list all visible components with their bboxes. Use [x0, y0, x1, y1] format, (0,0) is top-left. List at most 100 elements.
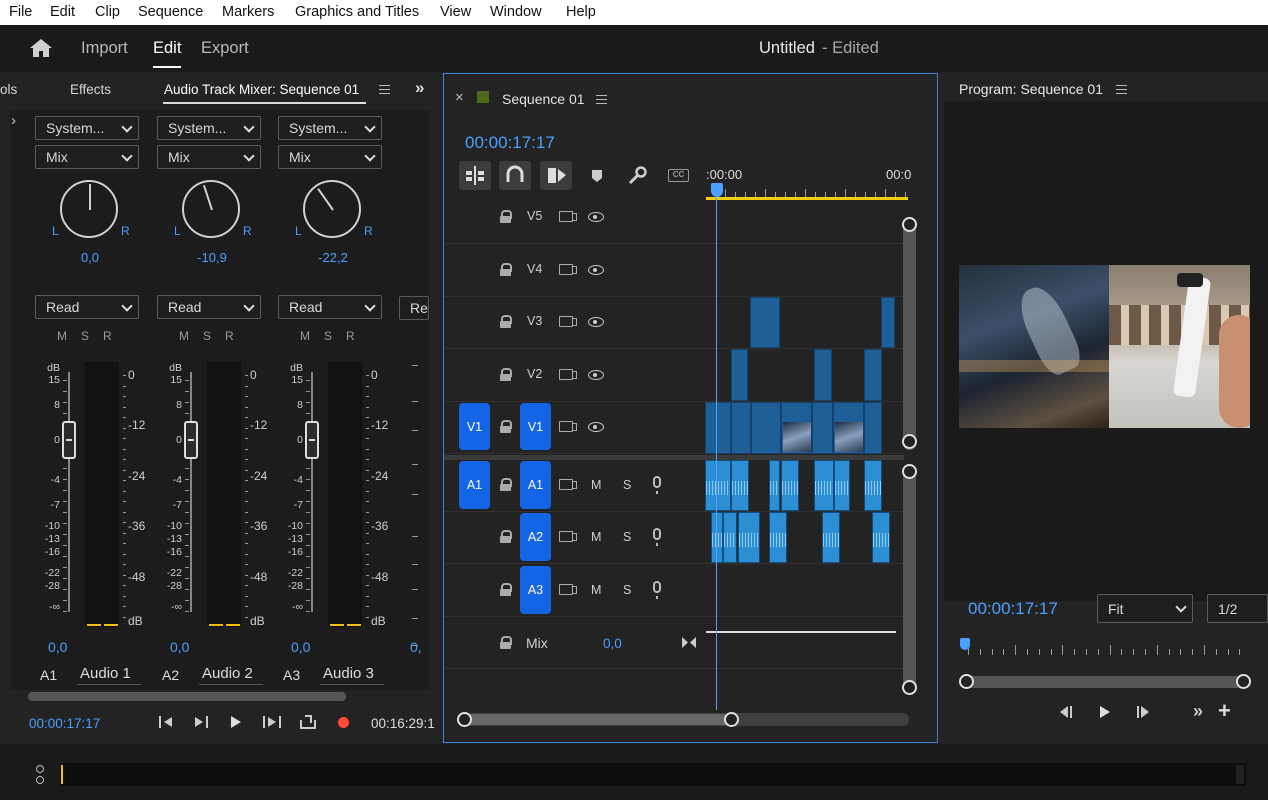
audio-clip[interactable]	[738, 512, 760, 563]
menu-help[interactable]: Help	[566, 4, 596, 20]
program-menu-icon[interactable]	[1116, 85, 1127, 94]
menu-view[interactable]: View	[440, 4, 471, 20]
audio-clip[interactable]	[822, 512, 840, 563]
mix-volume-line[interactable]	[706, 631, 896, 633]
lock-track-icon[interactable]	[500, 263, 512, 276]
menu-graphics-and-titles[interactable]: Graphics and Titles	[295, 4, 419, 20]
video-clip[interactable]	[731, 402, 751, 454]
captions-icon[interactable]: CC	[668, 169, 689, 182]
volume-fader[interactable]	[184, 421, 198, 459]
mute-button[interactable]: M	[591, 583, 601, 597]
audio-clip[interactable]	[834, 460, 850, 511]
play-icon[interactable]	[229, 715, 243, 729]
mixer-scrollbar[interactable]	[28, 692, 346, 701]
sync-lock-icon[interactable]	[559, 421, 577, 432]
sync-lock-icon[interactable]	[559, 211, 577, 222]
tab-audio-track-mixer[interactable]: Audio Track Mixer: Sequence 01	[164, 82, 359, 97]
video-scroll-bottom-handle[interactable]	[902, 434, 917, 449]
track-target-v1[interactable]: V1	[520, 403, 551, 450]
toggle-output-eye-icon[interactable]	[588, 370, 604, 380]
track-target-a2[interactable]: A2	[520, 513, 551, 561]
video-scroll-top-handle[interactable]	[902, 217, 917, 232]
volume-value[interactable]: 0,0	[48, 639, 67, 655]
expand-arrow-icon[interactable]: ›	[11, 112, 16, 129]
solo-button[interactable]: S	[623, 478, 631, 492]
go-to-out-icon[interactable]	[191, 715, 209, 729]
playhead-handle[interactable]	[711, 183, 723, 197]
msr-buttons[interactable]: MSR	[300, 329, 369, 343]
wrench-icon[interactable]	[627, 166, 647, 186]
audio-clip[interactable]	[705, 460, 731, 511]
volume-fader[interactable]	[305, 421, 319, 459]
home-icon[interactable]	[29, 38, 53, 58]
tab-effects[interactable]: Effects	[70, 82, 111, 97]
toggle-output-eye-icon[interactable]	[588, 317, 604, 327]
sync-lock-icon[interactable]	[559, 479, 577, 490]
track-name[interactable]: Audio 2	[202, 665, 253, 682]
audio-clip[interactable]	[723, 512, 737, 563]
toggle-output-eye-icon[interactable]	[588, 212, 604, 222]
volume-value[interactable]: 0,0	[291, 639, 310, 655]
program-title[interactable]: Program: Sequence 01	[959, 81, 1103, 97]
toggle-output-eye-icon[interactable]	[588, 422, 604, 432]
audio-clip[interactable]	[781, 460, 799, 511]
zoom-left-handle[interactable]	[457, 712, 472, 727]
mix-value[interactable]: 0,0	[603, 636, 622, 651]
add-button-icon[interactable]: +	[1218, 698, 1231, 724]
tab-export[interactable]: Export	[201, 39, 249, 58]
video-clip[interactable]	[881, 297, 895, 348]
play-in-to-out-icon[interactable]	[262, 715, 282, 729]
panel-menu-icon[interactable]	[379, 85, 390, 94]
solo-button[interactable]: S	[623, 530, 631, 544]
lock-track-icon[interactable]	[500, 315, 512, 328]
audio-vertical-scrollbar[interactable]	[903, 465, 916, 695]
pan-value[interactable]: 0,0	[75, 250, 105, 265]
video-clip[interactable]	[705, 402, 731, 454]
source-patch-a1[interactable]: A1	[459, 461, 490, 509]
video-clip[interactable]	[750, 297, 780, 348]
lock-track-icon[interactable]	[500, 420, 512, 433]
menu-edit[interactable]: Edit	[50, 4, 75, 20]
menu-file[interactable]: File	[9, 4, 32, 20]
sync-lock-icon[interactable]	[559, 316, 577, 327]
lock-track-icon[interactable]	[500, 478, 512, 491]
source-patch-v1[interactable]: V1	[459, 403, 490, 450]
lock-track-icon[interactable]	[500, 210, 512, 223]
track-name[interactable]: Audio 1	[80, 665, 131, 682]
sync-lock-icon[interactable]	[559, 584, 577, 595]
video-clip[interactable]	[731, 349, 748, 401]
voiceover-mic-icon[interactable]	[653, 528, 661, 546]
linked-selection-button[interactable]	[540, 161, 572, 190]
sequence-tab[interactable]: Sequence 01	[502, 91, 585, 107]
work-area-bar[interactable]	[706, 197, 908, 200]
voiceover-mic-icon[interactable]	[653, 476, 661, 494]
sync-lock-icon[interactable]	[559, 531, 577, 542]
sync-lock-icon[interactable]	[559, 369, 577, 380]
automation-dropdown[interactable]: Read	[35, 295, 139, 319]
toggle-output-eye-icon[interactable]	[588, 265, 604, 275]
pan-value[interactable]: -22,2	[318, 250, 348, 265]
sync-lock-icon[interactable]	[559, 264, 577, 275]
audio-clip[interactable]	[769, 460, 780, 511]
video-clip[interactable]	[751, 402, 781, 454]
input-dropdown[interactable]: System...	[278, 116, 382, 140]
menu-sequence[interactable]: Sequence	[138, 4, 203, 20]
video-vertical-scrollbar[interactable]	[903, 218, 916, 450]
program-timecode[interactable]: 00:00:17:17	[968, 599, 1058, 619]
resolution-dropdown[interactable]: 1/2	[1207, 594, 1268, 623]
mix-lock-icon[interactable]	[500, 636, 512, 649]
input-dropdown[interactable]: System...	[35, 116, 139, 140]
add-marker-icon[interactable]	[590, 168, 604, 184]
video-clip[interactable]	[814, 349, 832, 401]
audio-scroll-bottom-handle[interactable]	[902, 680, 917, 695]
snap-button[interactable]	[499, 161, 531, 190]
voiceover-mic-icon[interactable]	[653, 581, 661, 599]
automation-dropdown-partial[interactable]: Re	[399, 296, 429, 320]
mute-button[interactable]: M	[591, 530, 601, 544]
close-sequence-icon[interactable]: ×	[455, 89, 464, 106]
insert-nest-button[interactable]	[459, 161, 491, 190]
program-play-icon[interactable]	[1098, 705, 1112, 719]
program-zoom-left[interactable]	[959, 674, 974, 689]
step-forward-icon[interactable]	[1136, 705, 1152, 719]
audio-clip[interactable]	[864, 460, 882, 511]
